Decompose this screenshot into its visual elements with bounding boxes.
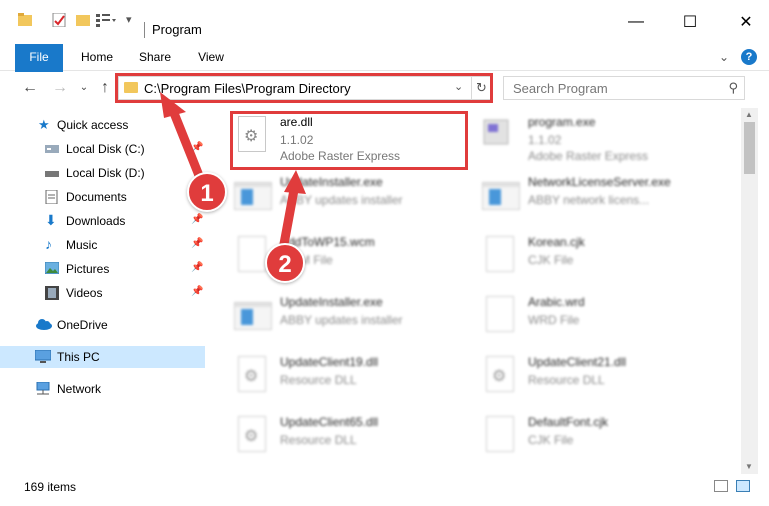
status-bar: 169 items (0, 476, 769, 498)
properties-icon[interactable] (52, 12, 66, 28)
large-icons-view-icon[interactable] (736, 480, 750, 492)
file-explorer-window: ▾ Program — ☐ ✕ File Home Share View ⌄ ?… (0, 0, 769, 506)
minimize-button[interactable]: — (613, 0, 659, 44)
vertical-scrollbar[interactable]: ▲ ▼ (741, 108, 758, 474)
window-title: Program (152, 22, 202, 37)
folder-icon (18, 13, 32, 27)
document-file-icon (480, 294, 520, 338)
title-separator (144, 22, 145, 38)
file-item-updateclient19-dll[interactable]: ⚙ UpdateClient19.dll Resource DLL (212, 348, 452, 406)
search-placeholder: Search Program (513, 81, 608, 96)
downloads-icon: ⬇ (45, 212, 57, 228)
sidebar-item-this-pc[interactable]: This PC (0, 346, 205, 368)
expand-ribbon-icon[interactable]: ⌄ (719, 50, 729, 64)
file-highlight-box (230, 111, 468, 170)
sidebar-item-videos[interactable]: Videos 📌 (0, 282, 205, 304)
dll-file-icon: ⚙ (232, 414, 272, 458)
back-arrow-icon[interactable]: ← (20, 78, 40, 98)
item-count: 169 items (24, 480, 77, 494)
navigation-pane: ★ Quick access Local Disk (C:) 📌 Local D… (0, 108, 210, 474)
sidebar-item-quick-access[interactable]: ★ Quick access (0, 114, 205, 136)
application-icon (480, 114, 520, 158)
navigation-bar: ← → ⌄ ↑ C:\Program Files\Program Directo… (0, 72, 769, 106)
details-view-icon[interactable] (714, 480, 728, 492)
file-item-korean-cjk[interactable]: Korean.cjk CJK File (460, 228, 700, 286)
file-item-updateinstaller-exe[interactable]: UpdateInstaller.exe ABBY updates install… (212, 168, 452, 226)
exe-file-icon (232, 174, 272, 218)
file-item-updateinstaller-exe-2[interactable]: UpdateInstaller.exe ABBY updates install… (212, 288, 452, 346)
file-item-updateclient21-dll[interactable]: ⚙ UpdateClient21.dll Resource DLL (460, 348, 700, 406)
search-icon[interactable]: ⚲ (728, 80, 738, 96)
network-icon (35, 381, 51, 396)
sidebar-item-local-disk-c[interactable]: Local Disk (C:) 📌 (0, 138, 205, 160)
music-icon: ♪ (45, 236, 52, 252)
computer-icon (34, 349, 52, 364)
close-button[interactable]: ✕ (723, 0, 769, 44)
scrollbar-thumb[interactable] (744, 122, 755, 174)
documents-icon (45, 189, 61, 205)
pin-icon[interactable]: 📌 (191, 238, 203, 249)
pin-icon[interactable]: 📌 (191, 142, 203, 153)
document-file-icon (480, 234, 520, 278)
scroll-up-icon[interactable]: ▲ (745, 110, 753, 119)
exe-file-icon (232, 294, 272, 338)
file-item-updateclient65-dll[interactable]: ⚙ UpdateClient65.dll Resource DLL (212, 408, 452, 466)
sidebar-item-network[interactable]: Network (0, 378, 205, 400)
sidebar-item-music[interactable]: ♪ Music 📌 (0, 234, 205, 256)
sidebar-item-local-disk-d[interactable]: Local Disk (D:) (0, 162, 205, 184)
file-item-defaultfont-cjk[interactable]: DefaultFont.cjk CJK File (460, 408, 700, 466)
customize-toolbar-icon[interactable]: ▾ (126, 13, 140, 27)
tab-share[interactable]: Share (134, 44, 176, 71)
file-item-arabic-wrd[interactable]: Arabic.wrd WRD File (460, 288, 700, 346)
document-file-icon (480, 414, 520, 458)
star-icon: ★ (38, 117, 50, 132)
recent-locations-icon[interactable]: ⌄ (74, 78, 94, 98)
forward-arrow-icon[interactable]: → (50, 78, 70, 98)
sidebar-item-onedrive[interactable]: OneDrive (0, 314, 205, 336)
search-input[interactable]: Search Program ⚲ (503, 76, 745, 100)
help-icon[interactable]: ? (741, 49, 757, 65)
maximize-button[interactable]: ☐ (667, 0, 713, 44)
tab-home[interactable]: Home (76, 44, 118, 71)
cloud-icon (35, 318, 52, 332)
pin-icon[interactable]: 📌 (191, 286, 203, 297)
layout-icon[interactable] (96, 13, 116, 27)
title-bar: ▾ Program — ☐ ✕ (0, 0, 769, 44)
videos-icon (45, 286, 61, 300)
file-item-addtowp15-wcm[interactable]: AddToWP15.wcm WCM File (212, 228, 452, 286)
ribbon-tabs: File Home Share View ⌄ ? (0, 44, 769, 102)
address-highlight-box (115, 73, 493, 103)
pin-icon[interactable]: 📌 (191, 262, 203, 273)
file-item-networklicenseserver-exe[interactable]: NetworkLicenseServer.exe ABBY network li… (460, 168, 700, 226)
step-badge-2: 2 (265, 243, 305, 283)
drive-icon (45, 142, 61, 156)
tab-view[interactable]: View (192, 44, 230, 71)
pictures-icon (44, 261, 61, 276)
scroll-down-icon[interactable]: ▼ (745, 462, 753, 471)
sidebar-item-documents[interactable]: Documents 📌 (0, 186, 205, 208)
up-arrow-icon[interactable]: ↑ (95, 78, 115, 98)
dll-file-icon: ⚙ (232, 354, 272, 398)
exe-file-icon (480, 174, 520, 218)
new-folder-icon[interactable] (76, 13, 90, 27)
drive-icon (45, 166, 61, 180)
pin-icon[interactable]: 📌 (191, 214, 203, 225)
dll-file-icon: ⚙ (480, 354, 520, 398)
sidebar-item-pictures[interactable]: Pictures 📌 (0, 258, 205, 280)
sidebar-item-downloads[interactable]: ⬇ Downloads 📌 (0, 210, 205, 232)
step-badge-1: 1 (187, 172, 227, 212)
file-item-program-exe[interactable]: program.exe 1.1.02 Adobe Raster Express (460, 108, 700, 166)
